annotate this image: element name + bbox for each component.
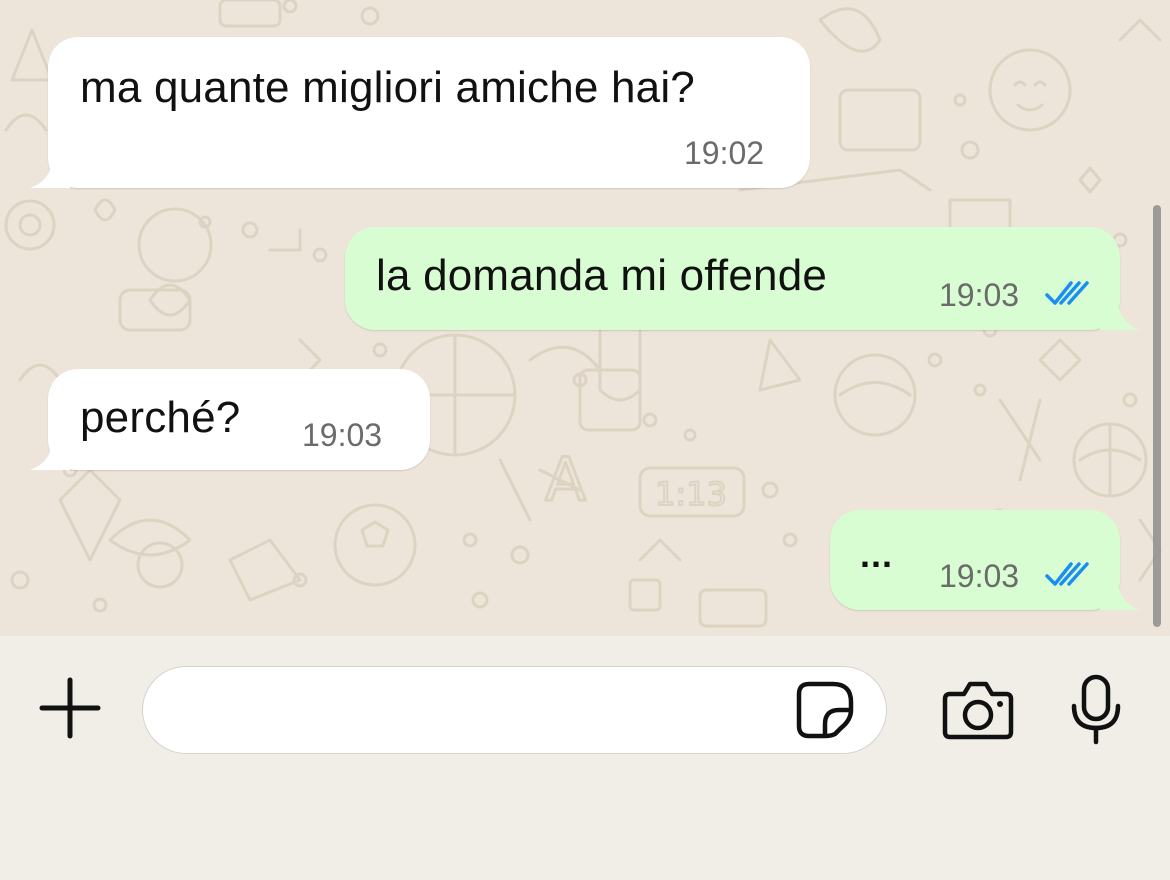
bubble-tail xyxy=(30,440,70,470)
outgoing-message[interactable]: la domanda mi offende 19:03 xyxy=(345,227,1120,330)
svg-text:A: A xyxy=(545,445,586,515)
outgoing-message[interactable]: ... 19:03 xyxy=(830,510,1120,610)
plus-icon[interactable] xyxy=(38,676,102,740)
message-input-box[interactable] xyxy=(142,666,887,754)
bubble-tail xyxy=(1100,580,1140,610)
bubble-tail xyxy=(1100,300,1140,330)
message-time: 19:03 xyxy=(939,558,1020,594)
message-text: perché? xyxy=(80,393,241,442)
bubble-tail xyxy=(30,158,70,188)
message-text: ... xyxy=(860,534,894,575)
message-time: 19:02 xyxy=(684,135,765,171)
sticker-icon[interactable] xyxy=(795,680,855,740)
camera-icon[interactable] xyxy=(942,680,1014,742)
message-time: 19:03 xyxy=(302,417,383,453)
incoming-message[interactable]: perché? 19:03 xyxy=(48,369,430,470)
composer-bar xyxy=(0,636,1170,880)
incoming-message[interactable]: ma quante migliori amiche hai? 19:02 xyxy=(48,37,810,188)
read-ticks-icon xyxy=(1045,562,1089,586)
microphone-icon[interactable] xyxy=(1068,674,1124,746)
message-text: ma quante migliori amiche hai? xyxy=(80,63,695,112)
chat-area[interactable]: A 1:13 ma quante migliori amiche hai? 19… xyxy=(0,0,1170,636)
message-time: 19:03 xyxy=(939,277,1020,313)
read-ticks-icon xyxy=(1045,281,1089,305)
message-text: la domanda mi offende xyxy=(376,251,828,300)
scrollbar[interactable] xyxy=(1153,205,1161,627)
message-input[interactable] xyxy=(173,685,797,737)
svg-text:1:13: 1:13 xyxy=(655,475,727,513)
